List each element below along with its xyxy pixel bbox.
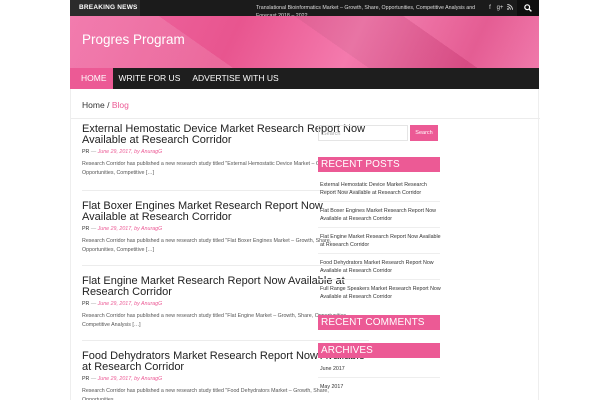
archive-link[interactable]: May 2017 [320, 383, 444, 391]
search-icon[interactable] [517, 0, 539, 16]
divider [82, 340, 369, 341]
nav-item-advertise[interactable]: ADVERTISE WITH US [186, 68, 284, 89]
post-category[interactable]: PR [82, 226, 89, 232]
meta-dash: — [90, 301, 97, 307]
post-date[interactable]: June 29, 2017 [98, 301, 132, 307]
post-date[interactable]: June 29, 2017 [98, 376, 132, 382]
meta-dash: — [90, 149, 97, 155]
recent-posts-heading: RECENT POSTS [318, 157, 440, 172]
nav-item-home[interactable]: HOME [70, 68, 113, 89]
recent-post-link[interactable]: Food Dehydrators Market Research Report … [320, 259, 444, 275]
post-category[interactable]: PR [82, 149, 89, 155]
post-category[interactable]: PR [82, 376, 89, 382]
divider [318, 377, 440, 378]
news-ticker[interactable]: Translational Bioinformatics Market – Gr… [256, 4, 476, 16]
post-date[interactable]: June 29, 2017 [98, 149, 132, 155]
divider [318, 253, 440, 254]
post-meta: PR — June 29, 2017, by AnuragG [82, 301, 369, 307]
main-content: Home / Blog External Hemostatic Device M… [70, 89, 540, 400]
post-author[interactable]: , by AnuragG [131, 301, 162, 307]
post-meta: PR — June 29, 2017, by AnuragG [82, 149, 369, 155]
breadcrumb-current: Blog [111, 100, 129, 110]
recent-post-link[interactable]: Full Range Speakers Market Research Repo… [320, 285, 444, 301]
recent-comments-heading: RECENT COMMENTS [318, 315, 440, 330]
post-author[interactable]: , by AnuragG [131, 149, 162, 155]
meta-dash: — [90, 376, 97, 382]
divider [318, 201, 440, 202]
breadcrumb: Home / Blog [82, 100, 129, 110]
search-input[interactable]: Search [318, 125, 408, 141]
facebook-icon[interactable]: f [485, 5, 495, 11]
breaking-news-label: BREAKING NEWS [70, 0, 140, 16]
divider [318, 227, 440, 228]
divider [71, 118, 540, 119]
page-left-margin [0, 0, 70, 400]
post-category[interactable]: PR [82, 301, 89, 307]
post-date[interactable]: June 29, 2017 [98, 226, 132, 232]
divider [318, 279, 440, 280]
site-title[interactable]: Progres Program [82, 32, 185, 47]
rss-icon[interactable] [505, 4, 515, 12]
post-author[interactable]: , by AnuragG [131, 376, 162, 382]
breadcrumb-home[interactable]: Home [82, 100, 105, 110]
recent-post-link[interactable]: External Hemostatic Device Market Resear… [320, 181, 444, 197]
meta-dash: — [90, 226, 97, 232]
main-nav: HOME WRITE FOR US ADVERTISE WITH US [70, 68, 539, 89]
archive-link[interactable]: June 2017 [320, 365, 444, 373]
google-plus-icon[interactable]: g+ [495, 5, 505, 11]
post-author[interactable]: , by AnuragG [131, 226, 162, 232]
recent-post-link[interactable]: Flat Boxer Engines Market Research Repor… [320, 207, 444, 223]
recent-post-link[interactable]: Flat Engine Market Research Report Now A… [320, 233, 444, 249]
post-item: Food Dehydrators Market Research Report … [82, 351, 369, 400]
site-header: Progres Program [70, 16, 539, 68]
breadcrumb-separator: / [107, 100, 110, 110]
archives-heading: ARCHIVES [318, 343, 440, 358]
search-button[interactable]: Search [410, 125, 438, 141]
top-bar: BREAKING NEWS Translational Bioinformati… [70, 0, 539, 16]
nav-item-write-for-us[interactable]: WRITE FOR US [113, 68, 187, 89]
social-links: f g+ [485, 0, 539, 16]
